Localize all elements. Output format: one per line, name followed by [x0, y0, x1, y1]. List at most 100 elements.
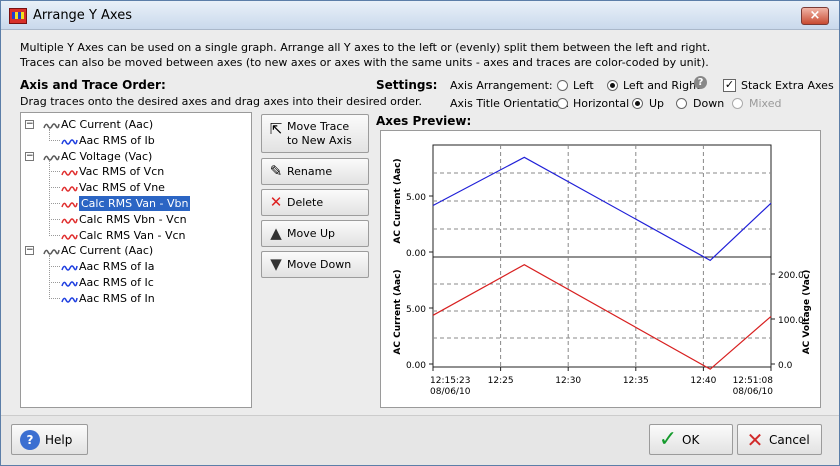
trace-wave-icon [61, 262, 78, 272]
right-y-tick-label: 200.0 [778, 271, 804, 281]
radio-mixed [732, 98, 743, 109]
move-trace-to-new-axis-button[interactable]: ⇱ Move Trace to New Axis [261, 114, 369, 153]
horizontal-option-label: Horizontal [573, 97, 630, 110]
x-tick-date-label: 08/06/10 [430, 387, 471, 397]
axis-icon [43, 120, 60, 130]
cancel-x-icon: ✕ [746, 428, 764, 452]
delete-x-icon: ✕ [269, 193, 283, 211]
down-option-label: Down [693, 97, 725, 110]
app-icon [9, 8, 27, 24]
x-tick-label: 12:40 [690, 376, 716, 386]
bottom-left-axis-title: AC Current (Aac) [393, 269, 403, 354]
collapse-icon[interactable]: − [25, 120, 34, 129]
tree-connector [49, 297, 60, 299]
radio-left[interactable] [557, 80, 568, 91]
axis-icon [43, 152, 60, 162]
tree-connector [49, 203, 60, 204]
axis-node-label: AC Current (Aac) [61, 244, 154, 258]
tree-trace-node[interactable]: Aac RMS of Ib [21, 133, 251, 148]
y-tick-label: 0.00 [406, 361, 426, 371]
help-button[interactable]: ? Help [11, 424, 88, 455]
trace-node-label: Calc RMS Van - Vcn [79, 228, 186, 242]
tree-connector [49, 234, 60, 236]
tree-trace-node[interactable]: Calc RMS Vbn - Vcn [21, 212, 251, 227]
tree-trace-node[interactable]: Aac RMS of In [21, 291, 251, 306]
stack-extra-axes-label: Stack Extra Axes [741, 79, 834, 92]
tree-trace-node[interactable]: Aac RMS of Ic [21, 275, 251, 290]
title-bar: Arrange Y Axes × [1, 1, 839, 30]
ok-button[interactable]: ✓ OK [649, 424, 733, 455]
trace-wave-icon [61, 183, 78, 193]
checkmark-icon: ✓ [658, 427, 678, 452]
left-and-right-option-label: Left and Right [623, 79, 701, 92]
help-info-icon[interactable]: ? [694, 76, 707, 89]
collapse-icon[interactable]: − [25, 246, 34, 256]
tree-axis-node[interactable]: − AC Voltage (Vac) [21, 149, 251, 164]
move-down-button[interactable]: ▼ Move Down [261, 251, 369, 278]
dialog-footer: ? Help ✓ OK ✕ Cancel [1, 415, 839, 465]
x-tick-label: 12:30 [555, 376, 581, 386]
tree-trace-node[interactable]: Calc RMS Van - Vcn [21, 228, 251, 243]
description-line-1: Multiple Y Axes can be used on a single … [20, 41, 711, 54]
window-title: Arrange Y Axes [33, 8, 132, 23]
cancel-button[interactable]: ✕ Cancel [737, 424, 822, 455]
tree-trace-node[interactable]: Aac RMS of Ia [21, 259, 251, 274]
tree-trace-node[interactable]: Calc RMS Van - Vbn [21, 196, 251, 211]
trace-node-label: Calc RMS Vbn - Vcn [79, 212, 187, 226]
axis-trace-tree[interactable]: − AC Current (Aac) Aac RMS of Ib − AC Voltag… [20, 112, 252, 408]
move-trace-icon: ⇱ [269, 120, 283, 138]
description-line-2: Traces can also be moved between axes (t… [20, 56, 709, 69]
tree-connector [49, 171, 60, 173]
trace-node-label: Aac RMS of Ic [79, 276, 154, 289]
tree-connector [49, 282, 60, 283]
trace-wave-icon [61, 215, 78, 225]
radio-left-and-right[interactable] [607, 80, 618, 91]
trace-node-label: Aac RMS of Ia [79, 260, 155, 274]
tree-axis-node[interactable]: − AC Current (Aac) [21, 117, 251, 132]
tree-connector [49, 187, 60, 189]
y-tick-label: 5.00 [406, 193, 426, 203]
tree-connector [49, 139, 60, 141]
x-tick-label: 12:51:08 [733, 376, 774, 386]
axis-icon [43, 246, 60, 256]
tree-connector [49, 218, 60, 220]
right-y-tick-label: 0.0 [778, 361, 793, 371]
move-up-button[interactable]: ▲ Move Up [261, 220, 369, 247]
tree-trace-node[interactable]: Vac RMS of Vne [21, 180, 251, 195]
trace-node-label: Calc RMS Van - Vbn [79, 196, 191, 211]
x-tick-label: 12:35 [623, 376, 649, 386]
left-option-label: Left [573, 79, 594, 92]
trace-wave-icon [61, 199, 78, 209]
axis-node-label: AC Current (Aac) [61, 118, 154, 131]
axis-trace-order-title: Axis and Trace Order: [20, 78, 166, 92]
axis-arrangement-label: Axis Arrangement: [450, 79, 553, 92]
trace-wave-icon [61, 278, 78, 288]
rename-button[interactable]: ✎ Rename [261, 158, 369, 185]
axes-preview-svg: 5.00 0.00 5.00 0.00 200.0 100.0 0.0 AC Current … [393, 144, 812, 397]
collapse-icon[interactable]: − [25, 151, 34, 161]
radio-up[interactable] [632, 98, 643, 109]
help-icon: ? [20, 430, 40, 450]
arrow-up-icon: ▲ [270, 224, 282, 242]
move-trace-label-2: to New Axis [287, 134, 352, 147]
trace-wave-icon [61, 136, 78, 146]
stack-extra-axes-checkbox[interactable]: ✓ [723, 79, 736, 92]
right-y-tick-label: 100.0 [778, 316, 804, 326]
tree-connector-vertical [49, 255, 50, 299]
axes-preview-chart: 5.00 0.00 5.00 0.00 200.0 100.0 0.0 AC Current … [380, 130, 821, 408]
radio-horizontal[interactable] [557, 98, 568, 109]
axis-node-label: AC Voltage (Vac) [61, 149, 153, 163]
trace-wave-icon [61, 231, 78, 241]
tree-connector [49, 266, 60, 268]
move-trace-label-1: Move Trace [287, 120, 350, 133]
trace-node-label: Aac RMS of Ib [79, 133, 155, 147]
up-option-label: Up [649, 97, 665, 110]
delete-button[interactable]: ✕ Delete [261, 189, 369, 216]
radio-down[interactable] [676, 98, 687, 109]
tree-axis-node[interactable]: − AC Current (Aac) [21, 243, 251, 258]
close-button[interactable]: × [801, 7, 829, 25]
tree-trace-node[interactable]: Vac RMS of Vcn [21, 164, 251, 179]
mixed-option-label: Mixed [749, 97, 782, 110]
arrange-y-axes-dialog: Arrange Y Axes × Multiple Y Axes can be … [0, 0, 840, 466]
axes-preview-title: Axes Preview: [376, 114, 472, 128]
